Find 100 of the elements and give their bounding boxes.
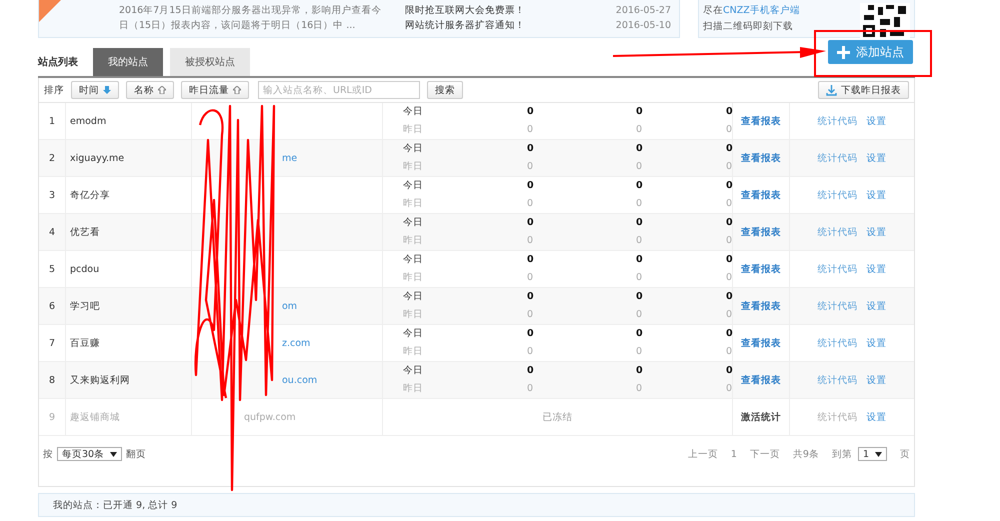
total-count: 共9条	[792, 448, 819, 460]
news-link[interactable]: 网站统计服务器扩容通知！	[405, 18, 525, 33]
settings-link[interactable]: 设置	[866, 300, 886, 312]
settings-link[interactable]: 设置	[866, 188, 886, 202]
report-link[interactable]: 查看报表	[741, 152, 781, 164]
today-value: 0	[726, 105, 732, 119]
yesterday-value: 0	[636, 197, 642, 211]
today-value: 0	[527, 179, 533, 193]
prev-page-link[interactable]: 上一页	[688, 448, 718, 460]
code-link[interactable]: 统计代码	[818, 114, 858, 128]
site-url[interactable]: me	[282, 152, 298, 164]
page-number[interactable]: 1	[730, 448, 737, 460]
settings-link[interactable]: 设置	[866, 410, 886, 424]
sort-button[interactable]: 时间	[71, 81, 119, 99]
site-name: 奇亿分享	[70, 188, 110, 202]
download-button[interactable]: 下载昨日报表	[818, 81, 909, 99]
today-value: 0	[636, 327, 642, 341]
code-link[interactable]: 统计代码	[818, 152, 858, 164]
app-link[interactable]: CNZZ手机客户端	[723, 5, 800, 16]
report-link[interactable]: 查看报表	[741, 336, 781, 350]
day-label: 昨日	[403, 382, 423, 396]
goto-page-select[interactable]: 1	[858, 447, 887, 461]
summary-text: 我的站点：已开通 9, 总计 9	[53, 498, 178, 512]
list-title: 站点列表	[38, 56, 78, 69]
site-url[interactable]: ou.com	[282, 374, 318, 386]
sort-label: 排序	[44, 84, 64, 96]
day-label: 今日	[403, 290, 423, 304]
today-value: 0	[636, 216, 642, 230]
report-link[interactable]: 查看报表	[741, 188, 781, 202]
page-size-select[interactable]: 每页30条	[57, 447, 122, 461]
yesterday-value: 0	[527, 271, 533, 285]
settings-link[interactable]: 设置	[866, 114, 886, 128]
day-label: 昨日	[403, 271, 423, 285]
row-number: 7	[48, 338, 56, 348]
code-link[interactable]: 统计代码	[818, 300, 858, 312]
code-link[interactable]: 统计代码	[818, 226, 858, 238]
news-link[interactable]: 限时抢互联网大会免费票！	[405, 3, 525, 18]
today-value: 0	[527, 364, 533, 378]
code-link[interactable]: 统计代码	[818, 374, 858, 386]
activate-link[interactable]: 激活统计	[741, 410, 781, 424]
day-label: 昨日	[403, 345, 423, 359]
yesterday-value: 0	[636, 308, 642, 322]
today-value: 0	[726, 290, 732, 304]
settings-link[interactable]: 设置	[866, 262, 886, 276]
report-link[interactable]: 查看报表	[741, 226, 781, 238]
sort-up-icon	[233, 86, 241, 94]
report-link[interactable]: 查看报表	[741, 114, 781, 128]
site-name: pcdou	[70, 264, 100, 274]
code-link[interactable]: 统计代码	[818, 336, 858, 350]
settings-link[interactable]: 设置	[866, 336, 886, 350]
day-label: 今日	[403, 364, 423, 378]
site-url[interactable]: om	[282, 300, 298, 312]
search-button[interactable]: 搜索	[427, 81, 463, 99]
settings-link[interactable]: 设置	[866, 226, 886, 238]
today-value: 0	[726, 364, 732, 378]
sort-button[interactable]: 昨日流量	[181, 81, 249, 99]
today-value: 0	[527, 142, 533, 156]
site-name: xiguayy.me	[70, 152, 124, 164]
news-date: 2016-05-10	[616, 19, 671, 33]
sort-button[interactable]: 名称	[126, 81, 174, 99]
yesterday-value: 0	[726, 345, 732, 359]
tab[interactable]: 我的站点	[93, 48, 163, 76]
today-value: 0	[527, 216, 533, 230]
settings-link[interactable]: 设置	[866, 152, 886, 164]
row-number: 8	[48, 374, 56, 386]
day-label: 昨日	[403, 234, 423, 248]
site-url[interactable]: z.com	[282, 338, 310, 348]
tab[interactable]: 被授权站点	[170, 48, 250, 76]
today-value: 0	[636, 253, 642, 267]
yesterday-value: 0	[636, 160, 642, 174]
today-value: 0	[726, 253, 732, 267]
plus-icon	[837, 46, 850, 58]
code-link[interactable]: 统计代码	[818, 262, 858, 276]
pager-label: 按	[43, 448, 53, 460]
code-link[interactable]: 统计代码	[818, 410, 858, 424]
day-label: 今日	[403, 142, 423, 156]
report-link[interactable]: 查看报表	[741, 300, 781, 312]
frozen-status: 已冻结	[542, 410, 572, 424]
day-label: 昨日	[403, 197, 423, 211]
day-label: 昨日	[403, 123, 423, 137]
notice-text: 2016年7月15日前端部分服务器出现异常，影响用户查看今日（15日）报表内容，该问题将于明日（16日）中 ...	[119, 4, 382, 33]
yesterday-value: 0	[726, 271, 732, 285]
sort-down-icon	[103, 86, 111, 94]
today-value: 0	[726, 327, 732, 341]
add-site-button[interactable]: 添加站点	[828, 40, 913, 64]
settings-link[interactable]: 设置	[866, 374, 886, 386]
search-field[interactable]: 输入站点名称、URL或ID	[258, 81, 420, 99]
yesterday-value: 0	[636, 123, 642, 137]
code-link[interactable]: 统计代码	[818, 188, 858, 202]
report-link[interactable]: 查看报表	[741, 374, 781, 386]
yesterday-value: 0	[527, 234, 533, 248]
day-label: 今日	[403, 179, 423, 193]
site-name: 趣返铺商城	[70, 410, 120, 424]
next-page-link[interactable]: 下一页	[750, 448, 780, 460]
promo-text: 尽在CNZZ手机客户端	[703, 4, 800, 18]
yesterday-value: 0	[527, 160, 533, 174]
yesterday-value: 0	[726, 123, 732, 137]
today-value: 0	[527, 327, 533, 341]
report-link[interactable]: 查看报表	[741, 262, 781, 276]
site-url[interactable]: qufpw.com	[244, 412, 296, 422]
